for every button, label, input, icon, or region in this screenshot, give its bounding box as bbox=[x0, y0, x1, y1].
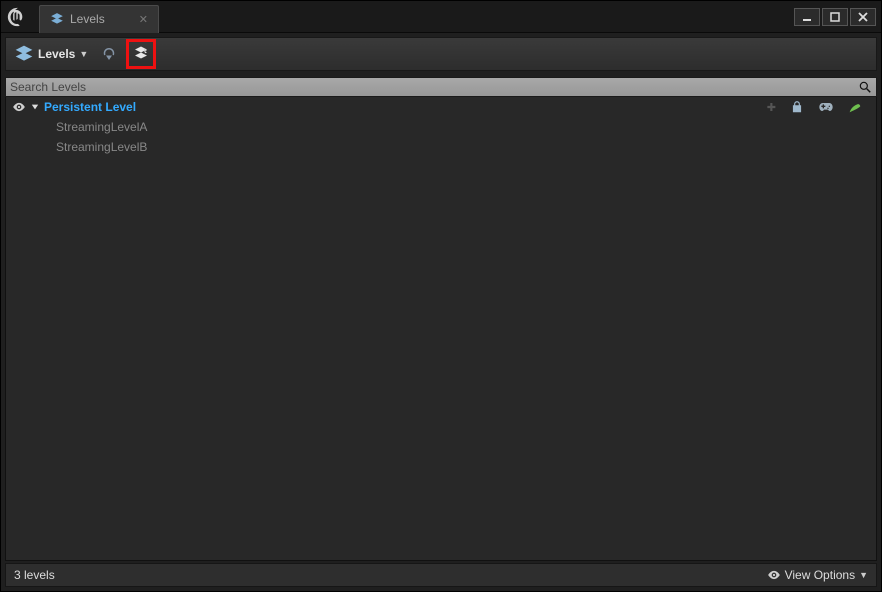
levels-dropdown-label: Levels bbox=[38, 47, 75, 61]
persistent-level-label: Persistent Level bbox=[44, 100, 136, 114]
search-bar bbox=[5, 77, 877, 97]
search-input[interactable] bbox=[10, 80, 858, 94]
titlebar-left: Levels ✕ bbox=[1, 1, 159, 32]
eye-icon bbox=[767, 568, 781, 582]
visibility-toggle-icon[interactable] bbox=[12, 100, 26, 114]
levels-list: Persistent Level ✚ StreamingLevelA bbox=[5, 97, 877, 561]
row-action-icons: ✚ bbox=[767, 100, 870, 114]
minimize-button[interactable] bbox=[794, 8, 820, 26]
tab-label: Levels bbox=[70, 12, 105, 26]
lock-icon[interactable] bbox=[790, 100, 804, 114]
levels-window: Levels ✕ Levels ▼ bbox=[0, 0, 882, 592]
child-level-label: StreamingLevelA bbox=[12, 120, 147, 134]
level-row-child[interactable]: StreamingLevelA bbox=[6, 117, 876, 137]
add-icon[interactable]: ✚ bbox=[767, 101, 776, 114]
levels-dropdown-button[interactable]: Levels ▼ bbox=[10, 40, 92, 68]
titlebar-spacer bbox=[159, 1, 793, 32]
toolbar-container: Levels ▼ bbox=[1, 33, 881, 75]
level-row-child[interactable]: StreamingLevelB bbox=[6, 137, 876, 157]
close-button[interactable] bbox=[850, 8, 876, 26]
content-column: Persistent Level ✚ StreamingLevelA bbox=[1, 75, 881, 591]
expand-collapse-icon[interactable] bbox=[30, 103, 40, 111]
search-icon[interactable] bbox=[858, 80, 872, 94]
maximize-button[interactable] bbox=[822, 8, 848, 26]
chevron-down-icon: ▼ bbox=[859, 570, 868, 580]
view-options-label: View Options bbox=[785, 568, 855, 582]
gamepad-icon[interactable] bbox=[818, 100, 834, 114]
highlighted-toolbar-button bbox=[126, 39, 156, 69]
summon-level-details-button[interactable] bbox=[96, 41, 122, 67]
level-count-label: 3 levels bbox=[14, 568, 55, 582]
child-level-label: StreamingLevelB bbox=[12, 140, 147, 154]
level-row-persistent[interactable]: Persistent Level ✚ bbox=[6, 97, 876, 117]
status-bar: 3 levels View Options ▼ bbox=[5, 563, 877, 587]
save-quill-icon[interactable] bbox=[848, 100, 862, 114]
window-controls bbox=[793, 1, 881, 32]
view-options-button[interactable]: View Options ▼ bbox=[767, 568, 868, 582]
tab-close-icon[interactable]: ✕ bbox=[139, 13, 148, 26]
titlebar: Levels ✕ bbox=[1, 1, 881, 33]
source-control-button[interactable] bbox=[130, 42, 152, 66]
tab-icon bbox=[50, 12, 64, 26]
levels-dropdown-icon bbox=[14, 44, 34, 64]
toolbar: Levels ▼ bbox=[5, 37, 877, 71]
unreal-logo-icon bbox=[1, 6, 33, 28]
tab-levels[interactable]: Levels ✕ bbox=[39, 5, 159, 33]
chevron-down-icon: ▼ bbox=[79, 49, 88, 59]
